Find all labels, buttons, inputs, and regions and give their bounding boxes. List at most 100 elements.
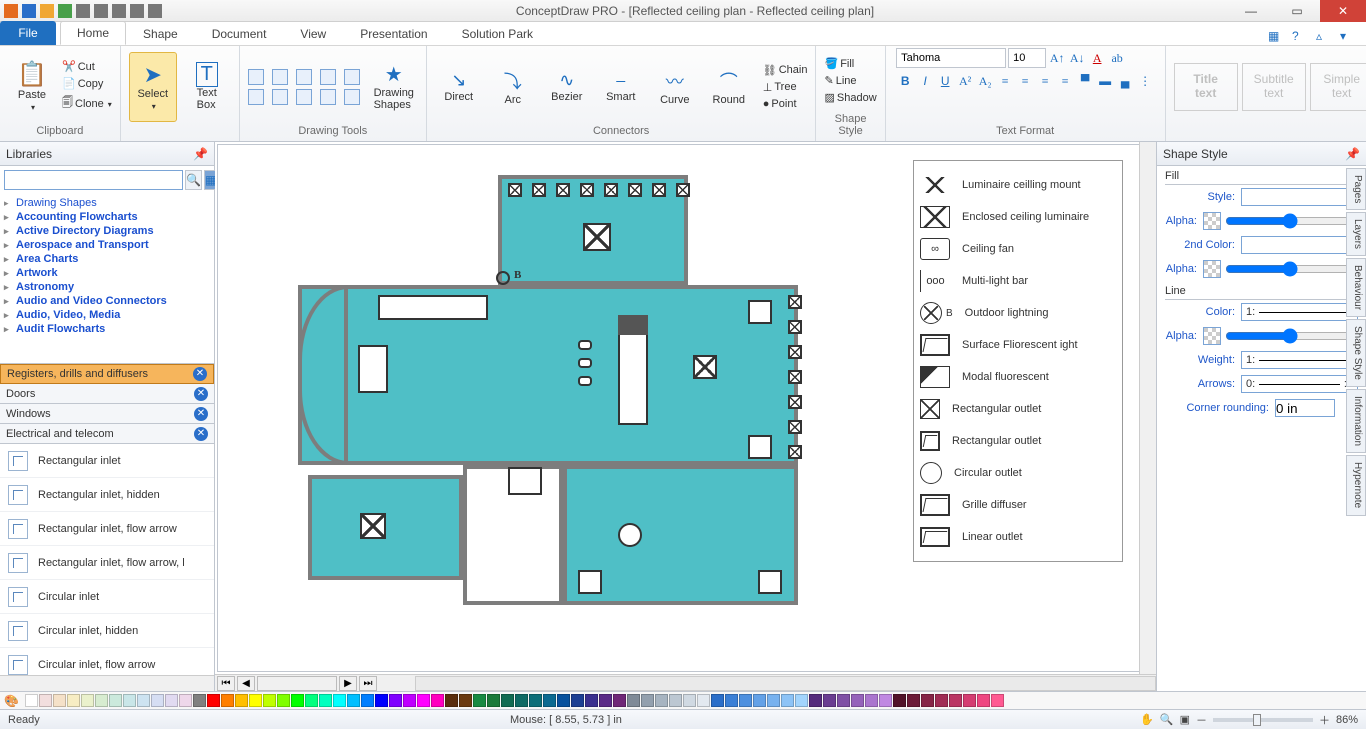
fill-alpha-slider[interactable] <box>1225 213 1354 229</box>
color-swatch[interactable] <box>403 694 416 707</box>
pin-icon[interactable]: 📌 <box>193 147 208 161</box>
path-tool-icon[interactable] <box>344 89 360 105</box>
category-electrical[interactable]: Electrical and telecom✕ <box>0 424 214 444</box>
point-button[interactable]: ●Point <box>763 98 808 110</box>
page-next-button[interactable]: ▶ <box>339 676 357 691</box>
hand-tool-icon[interactable]: ✋ <box>1140 713 1154 726</box>
qat-icon[interactable] <box>76 4 90 18</box>
color-swatch[interactable] <box>417 694 430 707</box>
color-swatch[interactable] <box>305 694 318 707</box>
side-tab-layers[interactable]: Layers <box>1346 212 1366 256</box>
color-swatch[interactable] <box>151 694 164 707</box>
color-swatch[interactable] <box>809 694 822 707</box>
collapse-ribbon-icon[interactable]: ▵ <box>1316 29 1332 45</box>
close-icon[interactable]: ✕ <box>193 367 207 381</box>
color-swatch[interactable] <box>389 694 402 707</box>
color-swatch[interactable] <box>473 694 486 707</box>
tree-button[interactable]: ⊥Tree <box>763 81 808 94</box>
paste-button[interactable]: 📋 Paste <box>8 52 56 122</box>
pin-icon[interactable]: 📌 <box>1345 147 1360 161</box>
color-swatch[interactable] <box>557 694 570 707</box>
category-registers[interactable]: Registers, drills and diffusers✕ <box>0 364 214 384</box>
font-family-select[interactable] <box>896 48 1006 68</box>
valign-top-button[interactable]: ▀ <box>1076 72 1094 90</box>
color-swatch[interactable] <box>333 694 346 707</box>
line-tool-icon[interactable] <box>248 69 264 85</box>
tree-item[interactable]: Astronomy <box>4 280 210 294</box>
polyline-tool-icon[interactable] <box>272 69 288 85</box>
color-swatch[interactable] <box>865 694 878 707</box>
fill-style-ctl[interactable] <box>1241 188 1358 206</box>
color-swatch[interactable] <box>25 694 38 707</box>
color-swatch[interactable] <box>697 694 710 707</box>
color-swatch[interactable] <box>935 694 948 707</box>
page-indicator[interactable] <box>257 676 337 691</box>
color-swatch[interactable] <box>627 694 640 707</box>
qat-icon[interactable] <box>4 4 18 18</box>
tab-document[interactable]: Document <box>195 22 284 45</box>
shape-item[interactable]: Rectangular inlet, flow arrow <box>0 512 214 546</box>
tree-item[interactable]: Area Charts <box>4 252 210 266</box>
minimize-button[interactable]: — <box>1228 0 1274 22</box>
side-tab-behaviour[interactable]: Behaviour <box>1346 258 1366 317</box>
qat-icon[interactable] <box>148 4 162 18</box>
color-swatch[interactable] <box>291 694 304 707</box>
color-swatch[interactable] <box>753 694 766 707</box>
copy-button[interactable]: 📄Copy <box>62 77 112 90</box>
tree-item[interactable]: Aerospace and Transport <box>4 238 210 252</box>
color-swatch[interactable] <box>837 694 850 707</box>
subtitle-text-style[interactable]: Subtitle text <box>1242 63 1306 111</box>
category-windows[interactable]: Windows✕ <box>0 404 214 424</box>
chain-button[interactable]: ⛓Chain <box>763 64 808 77</box>
align-right-button[interactable]: ≡ <box>1036 72 1054 90</box>
line-alpha-ctl[interactable] <box>1203 327 1221 345</box>
color-swatch[interactable] <box>515 694 528 707</box>
title-text-style[interactable]: Title text <box>1174 63 1238 111</box>
color-swatch[interactable] <box>781 694 794 707</box>
shape-item[interactable]: Circular inlet, flow arrow <box>0 648 214 675</box>
page-prev-button[interactable]: ◀ <box>237 676 255 691</box>
shape-item[interactable]: Rectangular inlet, flow arrow, l <box>0 546 214 580</box>
color-swatch[interactable] <box>347 694 360 707</box>
polygon-tool-icon[interactable] <box>296 89 312 105</box>
color-swatch[interactable] <box>95 694 108 707</box>
tree-item[interactable]: Audit Flowcharts <box>4 322 210 336</box>
line-weight-ctl[interactable]: 1: <box>1241 351 1358 369</box>
decrease-font-icon[interactable]: A↓ <box>1068 49 1086 67</box>
color-swatch[interactable] <box>375 694 388 707</box>
category-doors[interactable]: Doors✕ <box>0 384 214 404</box>
underline-button[interactable]: U <box>936 72 954 90</box>
library-tree[interactable]: Drawing Shapes Accounting Flowcharts Act… <box>0 194 214 364</box>
font-color-icon[interactable]: A <box>1088 49 1106 67</box>
subscript-button[interactable]: A₂ <box>976 72 994 90</box>
color-swatch[interactable] <box>571 694 584 707</box>
color-swatch[interactable] <box>235 694 248 707</box>
color-swatch[interactable] <box>137 694 150 707</box>
tab-home[interactable]: Home <box>60 21 126 45</box>
second-alpha-slider[interactable] <box>1225 261 1354 277</box>
align-left-button[interactable]: ≡ <box>996 72 1014 90</box>
valign-bot-button[interactable]: ▄ <box>1116 72 1134 90</box>
preferences-icon[interactable]: ▦ <box>1268 29 1284 45</box>
color-swatch[interactable] <box>739 694 752 707</box>
color-swatch[interactable] <box>81 694 94 707</box>
tab-solution-park[interactable]: Solution Park <box>445 22 550 45</box>
qat-icon[interactable] <box>112 4 126 18</box>
fit-page-icon[interactable]: ▣ <box>1180 713 1190 726</box>
connector-curve-button[interactable]: 〰Curve <box>651 52 699 122</box>
shape-item[interactable]: Rectangular inlet <box>0 444 214 478</box>
font-size-select[interactable] <box>1008 48 1046 68</box>
color-swatch[interactable] <box>249 694 262 707</box>
zoom-slider[interactable] <box>1213 718 1313 722</box>
color-swatch[interactable] <box>823 694 836 707</box>
color-swatch[interactable] <box>669 694 682 707</box>
line-alpha-slider[interactable] <box>1225 328 1354 344</box>
spline-tool-icon[interactable] <box>344 69 360 85</box>
tree-item[interactable]: Audio, Video, Media <box>4 308 210 322</box>
color-swatch[interactable] <box>165 694 178 707</box>
close-button[interactable]: ✕ <box>1320 0 1366 22</box>
cut-button[interactable]: ✂️Cut <box>62 60 112 73</box>
side-tab-hypernote[interactable]: Hypernote <box>1346 455 1366 515</box>
close-icon[interactable]: ✕ <box>194 427 208 441</box>
align-center-button[interactable]: ≡ <box>1016 72 1034 90</box>
